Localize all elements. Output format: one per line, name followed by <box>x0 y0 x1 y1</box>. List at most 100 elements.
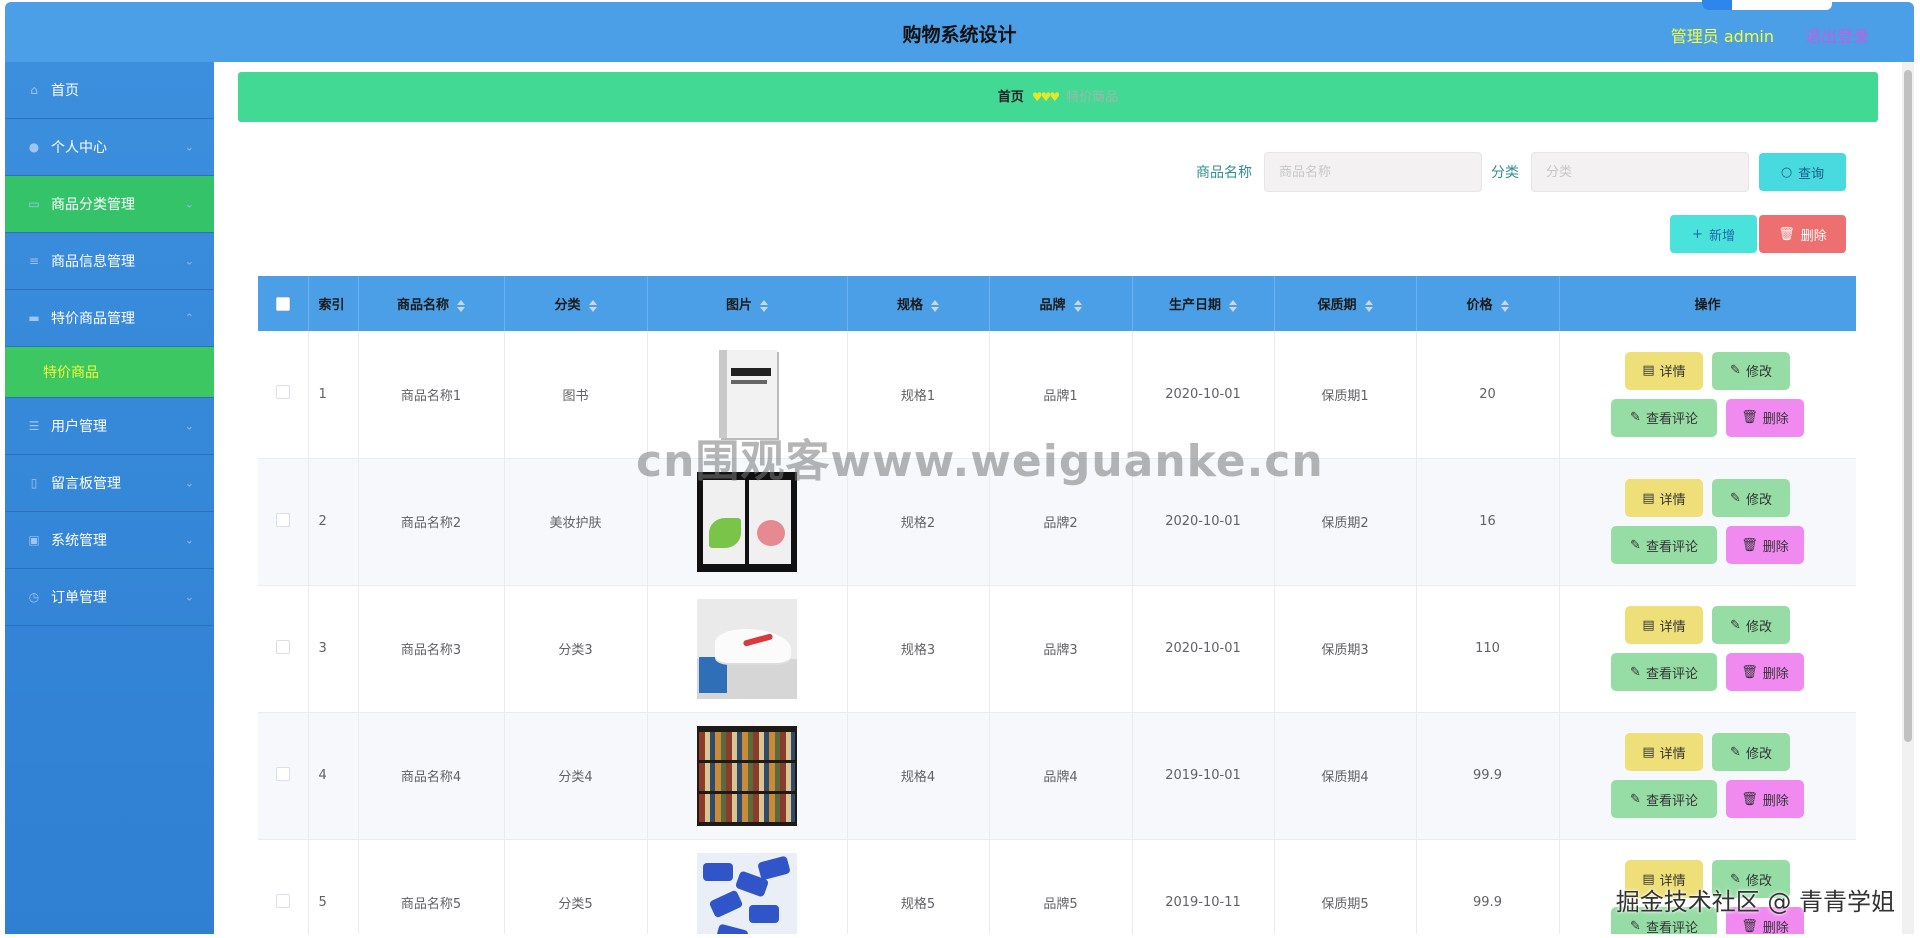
column-header-category[interactable]: 分类 <box>504 276 648 331</box>
cell-spec: 规格3 <box>847 585 990 713</box>
sidebar-item-profile[interactable]: ● 个人中心 ⌄ <box>5 119 214 176</box>
row-select-cell[interactable] <box>258 331 309 459</box>
delete-button[interactable]: 🗑 删除 <box>1726 398 1804 437</box>
trash-icon: 🗑 <box>1741 537 1758 553</box>
chevron-down-icon: ⌄ <box>184 197 194 211</box>
sort-icon[interactable] <box>457 299 465 312</box>
detail-button[interactable]: ▤ 详情 <box>1625 479 1703 517</box>
plus-icon: + <box>1692 226 1703 242</box>
category-input[interactable] <box>1531 152 1749 192</box>
select-all-checkbox[interactable] <box>275 296 290 311</box>
product-image[interactable] <box>697 852 797 934</box>
query-button[interactable]: ○ 查询 <box>1759 153 1846 191</box>
sidebar-item-special-management[interactable]: ▬ 特价商品管理 ⌃ <box>5 290 214 347</box>
document-icon: ▤ <box>1642 490 1655 506</box>
edit-button[interactable]: ✎ 修改 <box>1712 606 1790 644</box>
cell-name: 商品名称3 <box>358 585 505 713</box>
pencil-icon: ✎ <box>1730 363 1741 379</box>
bulk-delete-button-label: 删除 <box>1800 228 1827 244</box>
cell-index: 4 <box>308 712 359 840</box>
row-select-cell[interactable] <box>258 458 309 586</box>
sidebar-item-label: 商品信息管理 <box>51 254 135 270</box>
row-checkbox[interactable] <box>275 639 290 654</box>
sort-icon[interactable] <box>760 299 768 312</box>
sort-icon[interactable] <box>588 299 597 312</box>
delete-button-label: 删除 <box>1762 539 1789 555</box>
logout-link[interactable]: 退出登录 <box>1805 23 1869 47</box>
column-header-brand[interactable]: 品牌 <box>989 276 1133 331</box>
view-comments-button[interactable]: ✎ 查看评论 <box>1611 398 1717 437</box>
breadcrumb: 首页 ♥♥♥ 特价商品 <box>238 72 1878 122</box>
cell-brand: 品牌4 <box>989 712 1133 840</box>
table-header-row: 索引 商品名称 分类 图片 规格 品牌 生产日期 保质期 价格 操作 <box>258 276 1856 331</box>
cell-date: 2020-10-01 <box>1132 585 1275 713</box>
edit-button[interactable]: ✎ 修改 <box>1712 351 1790 390</box>
sidebar-item-home[interactable]: ⌂ 首页 <box>5 62 214 119</box>
chevron-down-icon: ⌄ <box>184 254 194 268</box>
sidebar-subitem-special-products[interactable]: 特价商品 <box>5 347 214 398</box>
view-comments-button[interactable]: ✎ 查看评论 <box>1611 526 1717 564</box>
sidebar-item-product-info[interactable]: ≡ 商品信息管理 ⌄ <box>5 233 214 290</box>
scrollbar-thumb[interactable] <box>1904 70 1912 742</box>
column-header-spec[interactable]: 规格 <box>847 276 990 331</box>
detail-button-label: 详情 <box>1659 619 1686 635</box>
row-checkbox[interactable] <box>275 766 290 781</box>
cell-category: 图书 <box>504 331 648 459</box>
cell-shelf-life: 保质期3 <box>1274 585 1417 713</box>
row-checkbox[interactable] <box>275 385 290 400</box>
sidebar-item-orders[interactable]: ◷ 订单管理 ⌄ <box>5 569 214 626</box>
column-header-price[interactable]: 价格 <box>1416 276 1560 331</box>
document-icon: ▤ <box>1642 744 1655 760</box>
cell-image <box>647 585 848 713</box>
product-image[interactable] <box>697 725 797 826</box>
column-header-date[interactable]: 生产日期 <box>1132 276 1275 331</box>
folder-icon: ▭ <box>28 197 40 211</box>
delete-button[interactable]: 🗑 删除 <box>1726 653 1804 691</box>
add-button-label: 新增 <box>1708 228 1735 244</box>
sort-icon[interactable] <box>931 299 939 312</box>
row-checkbox[interactable] <box>275 893 290 908</box>
delete-button[interactable]: 🗑 删除 <box>1726 780 1804 818</box>
sidebar-item-label: 首页 <box>51 83 79 99</box>
column-header-name[interactable]: 商品名称 <box>358 276 505 331</box>
view-comments-button[interactable]: ✎ 查看评论 <box>1611 653 1717 691</box>
row-select-cell[interactable] <box>258 839 309 934</box>
sort-icon[interactable] <box>1500 299 1509 312</box>
row-checkbox[interactable] <box>275 512 290 527</box>
cell-shelf-life: 保质期4 <box>1274 712 1417 840</box>
edit-button[interactable]: ✎ 修改 <box>1712 733 1790 771</box>
column-header-image[interactable]: 图片 <box>647 276 848 331</box>
product-name-input[interactable] <box>1264 152 1482 192</box>
detail-button[interactable]: ▤ 详情 <box>1625 351 1703 390</box>
delete-button-label: 删除 <box>1762 666 1789 682</box>
page-scrollbar[interactable] <box>1902 62 1914 934</box>
sidebar-item-users[interactable]: ☰ 用户管理 ⌄ <box>5 398 214 455</box>
detail-button[interactable]: ▤ 详情 <box>1625 733 1703 771</box>
view-comments-button[interactable]: ✎ 查看评论 <box>1611 780 1717 818</box>
sidebar-item-category-management[interactable]: ▭ 商品分类管理 ⌄ <box>5 176 214 233</box>
row-select-cell[interactable] <box>258 585 309 713</box>
trash-icon: 🗑 <box>1741 664 1758 680</box>
detail-button[interactable]: ▤ 详情 <box>1625 606 1703 644</box>
column-header-label: 图片 <box>725 298 752 313</box>
delete-button[interactable]: 🗑 删除 <box>1726 526 1804 564</box>
product-image[interactable] <box>697 598 797 699</box>
table-row: 3 商品名称3 分类3 规格3 品牌3 2020-10-01 保质期3 110 … <box>258 585 1856 713</box>
sidebar-item-system[interactable]: ▣ 系统管理 ⌄ <box>5 512 214 569</box>
edit-button[interactable]: ✎ 修改 <box>1712 479 1790 517</box>
product-name-label: 商品名称 <box>1196 165 1252 181</box>
bulk-delete-button[interactable]: 🗑 删除 <box>1759 215 1846 253</box>
breadcrumb-home[interactable]: 首页 <box>998 90 1024 105</box>
pencil-icon: ✎ <box>1730 490 1741 506</box>
column-header-shelf-life[interactable]: 保质期 <box>1274 276 1417 331</box>
sidebar-item-message-board[interactable]: ▯ 留言板管理 ⌄ <box>5 455 214 512</box>
edit-button-label: 修改 <box>1745 619 1772 635</box>
sidebar-item-label: 商品分类管理 <box>51 197 135 213</box>
sort-icon[interactable] <box>1229 299 1237 312</box>
pencil-icon: ✎ <box>1730 744 1741 760</box>
select-all-cell[interactable] <box>258 276 309 331</box>
sort-icon[interactable] <box>1364 299 1373 312</box>
sort-icon[interactable] <box>1073 299 1082 312</box>
add-button[interactable]: + 新增 <box>1670 215 1757 253</box>
row-select-cell[interactable] <box>258 712 309 840</box>
